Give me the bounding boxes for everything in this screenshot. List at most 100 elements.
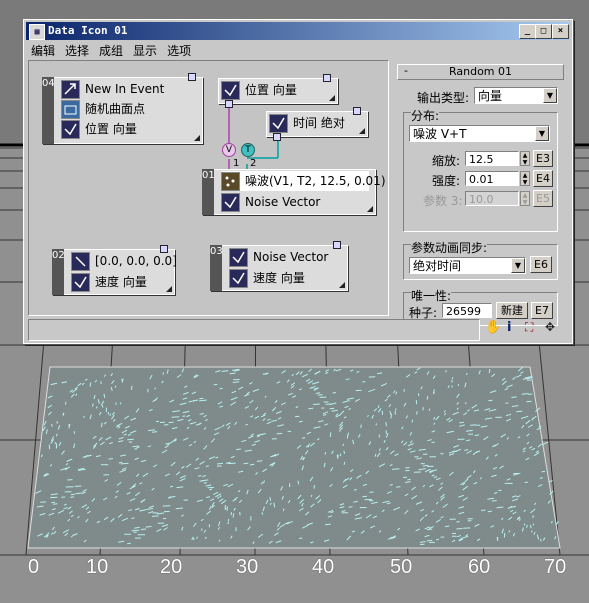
node-02[interactable]: 02 [0.0, 0.0, 0.0] 速度 向量 (52, 245, 177, 295)
port-1-label: 1 (233, 158, 240, 169)
particle (256, 460, 263, 462)
seed-field[interactable]: 26599 (442, 303, 492, 318)
output-pin[interactable] (323, 74, 331, 82)
surface-point-icon (61, 100, 80, 119)
output-pin[interactable] (188, 73, 196, 81)
menu-select[interactable]: 选择 (60, 41, 94, 60)
op-noise-vector[interactable]: Noise Vector (221, 192, 369, 212)
close-button[interactable]: × (552, 24, 569, 39)
particle (64, 401, 67, 405)
output-type-dropdown[interactable]: 向量 ▼ (474, 87, 558, 104)
axis-label: 50 (390, 556, 413, 578)
particle (456, 528, 463, 530)
particle (51, 423, 53, 427)
title-bar[interactable]: ▦ Data Icon 01 _ □ × (26, 22, 570, 40)
output-pin[interactable] (160, 245, 168, 253)
move-icon[interactable]: ✥ (545, 320, 555, 334)
strength-spinner[interactable]: ▲ ▼ (520, 171, 530, 186)
op-noise-vector-2[interactable]: Noise Vector (229, 247, 341, 267)
particle (456, 521, 460, 523)
node-04[interactable]: 04 New In Event 随机曲面点 位置 向量 (42, 73, 203, 144)
menu-options[interactable]: 选项 (162, 41, 196, 60)
particle (459, 421, 464, 424)
particle (197, 475, 202, 477)
info-icon[interactable]: i (507, 320, 511, 335)
chevron-down-icon: ▼ (543, 88, 557, 103)
particle (466, 372, 468, 376)
param3-field: 10.0 (465, 191, 519, 206)
menu-group[interactable]: 成组 (94, 41, 128, 60)
param3-label: 参数 3: (423, 194, 463, 208)
particle (121, 378, 123, 382)
e4-button[interactable]: E4 (533, 170, 553, 187)
input-pin[interactable] (225, 100, 233, 108)
op-random-surface-point[interactable]: 随机曲面点 (61, 99, 196, 119)
e6-button[interactable]: E6 (530, 256, 552, 273)
input-pin[interactable] (273, 133, 281, 141)
particle (467, 520, 472, 522)
particle (548, 480, 553, 483)
node-number: 04 (42, 78, 55, 89)
node-time-absolute[interactable]: 时间 绝对 (266, 107, 368, 141)
op-speed-vector-2[interactable]: 速度 向量 (229, 268, 341, 288)
minimize-button[interactable]: _ (519, 24, 536, 39)
op-time-absolute[interactable]: 时间 绝对 (269, 113, 361, 133)
port-v[interactable]: V (222, 143, 236, 157)
node-canvas[interactable]: 04 New In Event 随机曲面点 位置 向量 位置 向量 时间 绝对 … (28, 60, 389, 316)
zoom-region-icon[interactable]: ⛶ (525, 320, 533, 335)
particle (51, 501, 56, 504)
strength-label: 强度: (432, 174, 461, 188)
particle (227, 518, 230, 522)
output-pin[interactable] (333, 241, 341, 249)
particle (127, 438, 134, 441)
axis-label: 40 (312, 556, 335, 578)
particle (217, 462, 224, 465)
output-pin[interactable] (353, 107, 361, 115)
particle (488, 399, 493, 402)
sync-dropdown[interactable]: 绝对时间 ▼ (409, 257, 526, 274)
particle (488, 368, 491, 374)
particle (75, 492, 83, 495)
op-vector-value[interactable]: [0.0, 0.0, 0.0] (71, 251, 177, 271)
scale-field[interactable]: 12.5 (465, 151, 519, 166)
e3-button[interactable]: E3 (533, 150, 553, 167)
particle (362, 495, 367, 498)
particle (232, 513, 235, 518)
particle (54, 441, 57, 445)
particle (130, 385, 133, 390)
node-number: 01 (202, 170, 215, 181)
particle (273, 502, 276, 508)
time-icon (269, 114, 288, 133)
strength-field[interactable]: 0.01 (465, 171, 519, 186)
menu-display[interactable]: 显示 (128, 41, 162, 60)
distribution-dropdown[interactable]: 噪波 V+T ▼ (409, 125, 550, 142)
menu-edit[interactable]: 编辑 (26, 41, 60, 60)
node-position-vector[interactable]: 位置 向量 (218, 74, 338, 108)
op-new-in-event[interactable]: New In Event (61, 79, 196, 99)
noise-icon (221, 172, 240, 191)
e7-button[interactable]: E7 (531, 302, 553, 319)
op-position-vector-2[interactable]: 位置 向量 (221, 80, 331, 100)
particle (132, 445, 139, 448)
rollout-header[interactable]: - Random 01 (397, 64, 564, 80)
vector-icon (71, 252, 90, 271)
particle (521, 393, 529, 395)
particle (119, 402, 122, 405)
node-03[interactable]: 03 Noise Vector 速度 向量 (210, 241, 348, 291)
particle (516, 410, 523, 413)
scale-label: 缩放: (432, 154, 461, 168)
maximize-button[interactable]: □ (535, 24, 552, 39)
particle (145, 525, 152, 528)
scale-spinner[interactable]: ▲ ▼ (520, 151, 530, 166)
particle (312, 403, 320, 405)
particle (228, 462, 236, 465)
port-t[interactable]: T (241, 143, 255, 157)
op-speed-vector[interactable]: 速度 向量 (71, 272, 168, 292)
pan-hand-icon[interactable]: ✋ (485, 320, 501, 335)
particle (148, 429, 156, 431)
node-01[interactable]: 01 噪波(V1, T2, 12.5, 0.01) Noise Vector (202, 169, 386, 215)
new-seed-button[interactable]: 新建 (496, 302, 528, 319)
op-noise[interactable]: 噪波(V1, T2, 12.5, 0.01) (221, 171, 386, 191)
op-position-vector[interactable]: 位置 向量 (61, 119, 196, 139)
particle (392, 468, 400, 470)
